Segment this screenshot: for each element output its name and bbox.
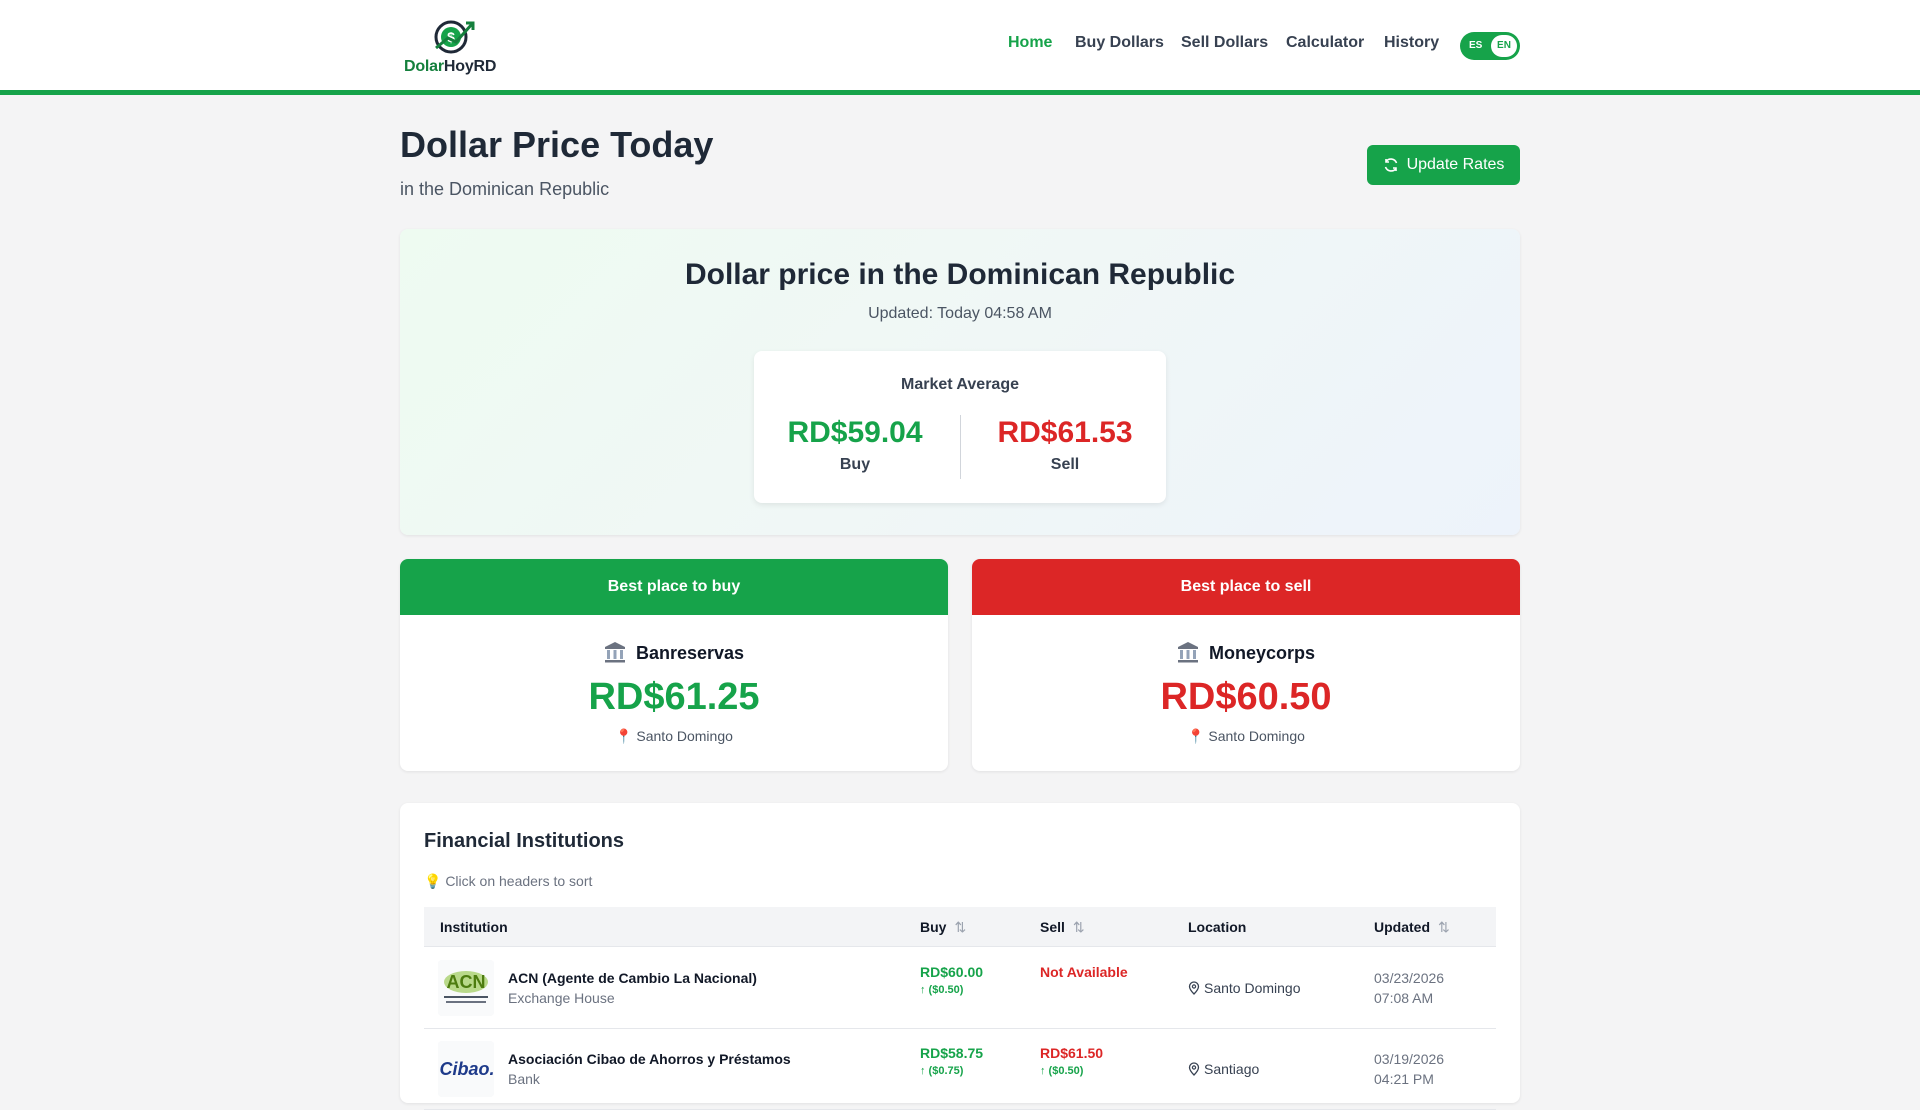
cibao-logo-icon: Cibao. — [438, 1041, 494, 1097]
best-sell-institution: Moneycorps — [972, 641, 1520, 664]
institution-logo: Cibao. — [438, 1041, 494, 1097]
updated-date: 03/23/2026 — [1374, 970, 1445, 986]
nav-buy-dollars[interactable]: Buy Dollars — [1075, 34, 1164, 52]
sort-icon: ⇅ — [1072, 919, 1085, 935]
table-header: Institution Buy ⇅ Sell ⇅ Location Updated ⇅ — [424, 907, 1496, 947]
institution-location: Santiago — [1188, 1061, 1259, 1077]
column-location[interactable]: Location — [1188, 919, 1246, 935]
buy-change: ↑ ($0.50) — [920, 984, 964, 996]
institution-location: Santo Domingo — [1188, 980, 1301, 996]
best-buy-card[interactable]: Best place to buy Banreservas RD$61.25 📍… — [400, 559, 948, 771]
institution-logo: ACN — [438, 960, 494, 1016]
market-average-card: Market Average RD$59.04 Buy RD$61.53 Sel… — [754, 351, 1166, 503]
bank-icon — [1177, 642, 1198, 663]
best-sell-price: RD$60.50 — [1160, 676, 1332, 718]
sort-hint: 💡 Click on headers to sort — [424, 873, 593, 889]
acn-logo-icon: ACN — [438, 960, 494, 1016]
updated-time: 07:08 AM — [1374, 990, 1434, 1006]
table-row[interactable]: ACN ACN (Agente de Cambio La Nacional) E… — [424, 948, 1496, 1029]
table-row[interactable]: Cibao. Asociación Cibao de Ahorros y Pré… — [424, 1029, 1496, 1110]
column-institution[interactable]: Institution — [440, 919, 508, 935]
update-rates-button[interactable]: Update Rates — [1367, 145, 1520, 185]
best-buy-price: RD$61.25 — [588, 676, 760, 718]
map-pin-icon — [1188, 1062, 1200, 1076]
updated-date: 03/19/2026 — [1374, 1051, 1445, 1067]
lang-es-option[interactable]: ES — [1469, 40, 1482, 51]
main-nav: Home Buy Dollars Sell Dollars Calculator… — [0, 34, 1920, 58]
institution-type: Bank — [508, 1071, 540, 1087]
buy-rate: RD$58.75 — [920, 1045, 984, 1061]
average-divider — [960, 415, 961, 479]
average-sell-label: Sell — [1050, 456, 1080, 473]
map-pin-icon — [1188, 981, 1200, 995]
average-sell-value: RD$61.53 — [997, 416, 1133, 449]
best-buy-header: Best place to buy — [400, 559, 948, 615]
nav-sell-dollars[interactable]: Sell Dollars — [1181, 34, 1268, 52]
nav-calculator[interactable]: Calculator — [1286, 34, 1364, 52]
institution-name: Asociación Cibao de Ahorros y Préstamos — [508, 1051, 791, 1067]
institutions-title: Financial Institutions — [424, 830, 625, 852]
average-buy-value: RD$59.04 — [787, 416, 923, 449]
best-sell-header: Best place to sell — [972, 559, 1520, 615]
market-average-label: Market Average — [901, 376, 1019, 393]
column-buy[interactable]: Buy ⇅ — [920, 919, 966, 936]
best-sell-location: 📍 Santo Domingo — [1187, 728, 1305, 744]
sell-change: ↑ ($0.50) — [1040, 1065, 1084, 1077]
hero-summary: Dollar price in the Dominican Republic U… — [400, 229, 1520, 535]
refresh-icon — [1384, 158, 1397, 172]
financial-institutions-section: Financial Institutions 💡 Click on header… — [400, 803, 1520, 1110]
last-updated: Updated: Today 04:58 AM — [868, 305, 1052, 322]
nav-history[interactable]: History — [1384, 34, 1439, 52]
column-sell[interactable]: Sell ⇅ — [1040, 919, 1085, 936]
institution-name: ACN (Agente de Cambio La Nacional) — [508, 970, 757, 986]
hero-title: Dollar price in the Dominican Republic — [684, 258, 1236, 291]
nav-home[interactable]: Home — [1008, 34, 1052, 52]
page-subtitle: in the Dominican Republic — [400, 179, 610, 199]
institution-type: Exchange House — [508, 990, 615, 1006]
page-title: Dollar Price Today — [400, 124, 714, 165]
svg-text:ACN: ACN — [447, 972, 486, 992]
best-sell-card[interactable]: Best place to sell Moneycorps RD$60.50 📍… — [972, 559, 1520, 771]
update-rates-label: Update Rates — [1406, 156, 1505, 173]
updated-time: 04:21 PM — [1374, 1071, 1434, 1087]
average-buy-label: Buy — [839, 456, 871, 473]
bank-icon — [604, 642, 625, 663]
sell-rate: RD$61.50 — [1040, 1045, 1104, 1061]
language-toggle[interactable]: ES EN — [1460, 32, 1520, 60]
lang-en-option[interactable]: EN — [1491, 35, 1517, 57]
sort-icon: ⇅ — [1438, 919, 1450, 935]
buy-rate: RD$60.00 — [920, 964, 984, 980]
sort-icon: ⇅ — [954, 919, 967, 935]
column-updated[interactable]: Updated ⇅ — [1374, 919, 1450, 936]
brand-wordmark: DolarHoyRD — [404, 58, 497, 75]
buy-change: ↑ ($0.75) — [920, 1065, 964, 1077]
best-buy-location: 📍 Santo Domingo — [615, 728, 733, 744]
svg-text:Cibao.: Cibao. — [439, 1059, 494, 1079]
sell-rate: Not Available — [1040, 964, 1128, 980]
best-buy-institution: Banreservas — [400, 641, 948, 664]
